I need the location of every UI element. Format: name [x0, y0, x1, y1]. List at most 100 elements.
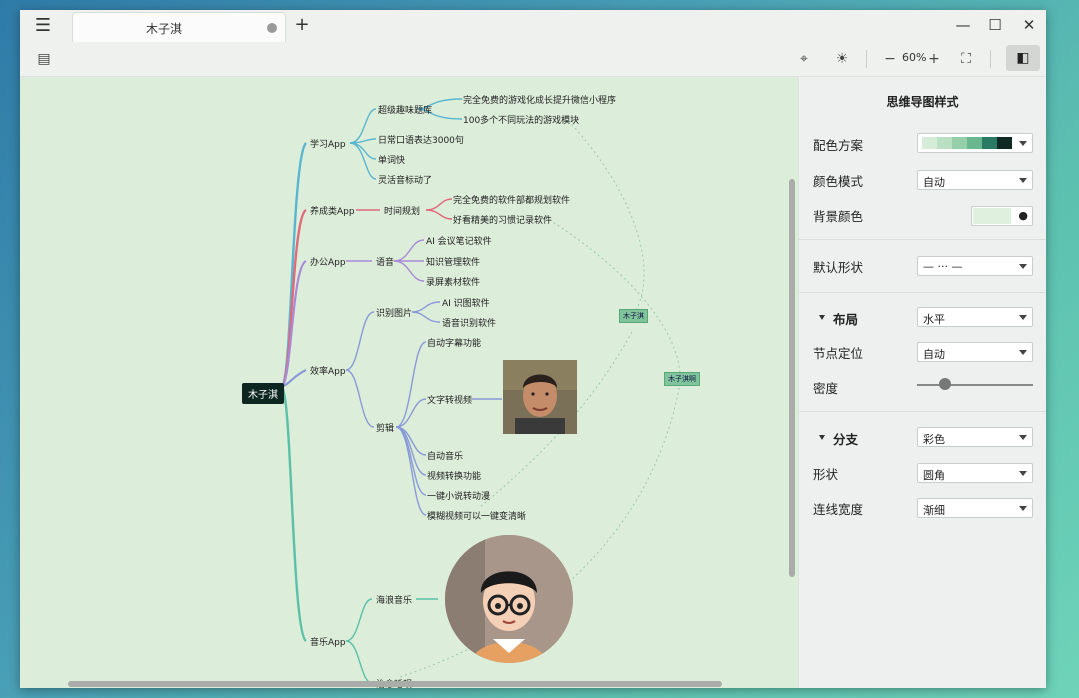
node-office-1b[interactable]: 知识管理软件 [426, 255, 480, 268]
node-effect-2d[interactable]: 视频转换功能 [427, 469, 481, 482]
density-label: 密度 [813, 381, 839, 396]
branch-office[interactable]: 办公App [310, 255, 346, 268]
toolbar: ▤ ⌖ ☀ − 60% + ⛶ ◧ [20, 42, 1046, 77]
form-select[interactable]: 圆角 [917, 463, 1033, 483]
chevron-down-icon [1019, 506, 1027, 511]
node-habit-1[interactable]: 时间规划 [384, 204, 420, 217]
zoom-out-icon[interactable]: − [880, 49, 900, 69]
root-node[interactable]: 木子淇 [242, 383, 284, 404]
node-study-1a[interactable]: 完全免费的游戏化成长提升微信小程序 [463, 93, 616, 106]
node-effect-2c[interactable]: 自动音乐 [427, 449, 463, 462]
app-window: ☰ 木子淇 + — ☐ ✕ ▤ ⌖ ☀ − 60% + ⛶ ◧ 木子淇 学习Ap… [20, 10, 1046, 688]
mindmap-canvas[interactable]: 木子淇 学习App 超级趣味题库 完全免费的游戏化成长提升微信小程序 100多个… [20, 77, 798, 688]
color-mode-label: 颜色模式 [813, 174, 864, 189]
shape-label: 默认形状 [813, 260, 864, 275]
layout-value: 水平 [923, 313, 945, 326]
collapse-icon[interactable] [819, 435, 825, 440]
bg-color-picker[interactable]: ● [971, 206, 1033, 226]
branch-study[interactable]: 学习App [310, 137, 346, 150]
node-effect-2a[interactable]: 自动字幕功能 [427, 336, 481, 349]
node-effect-2e[interactable]: 一键小说转动漫 [427, 489, 490, 502]
node-effect-1[interactable]: 识别图片 [376, 306, 412, 319]
palette-icon: ● [1018, 209, 1028, 222]
branch-effect[interactable]: 效率App [310, 364, 346, 377]
node-office-1a[interactable]: AI 会议笔记软件 [426, 234, 492, 247]
scheme-swatch [937, 137, 952, 149]
vertical-scrollbar[interactable] [789, 179, 795, 577]
node-study-4[interactable]: 灵活音标动了 [378, 173, 432, 186]
node-habit-1b[interactable]: 好看精美的习惯记录软件 [453, 213, 552, 226]
fullscreen-icon[interactable]: ⛶ [956, 49, 976, 69]
node-office-1c[interactable]: 录屏素材软件 [426, 275, 480, 288]
node-study-3[interactable]: 单词快 [378, 153, 405, 166]
node-effect-2b[interactable]: 文字转视频 [427, 393, 472, 406]
collapse-icon[interactable] [819, 315, 825, 320]
relation-tag[interactable]: 木子淇 [619, 309, 648, 323]
node-pos-value: 自动 [923, 348, 945, 361]
color-mode-select[interactable]: 自动 [917, 170, 1033, 190]
unsaved-dot-icon[interactable] [267, 23, 277, 33]
node-music-1[interactable]: 海浪音乐 [376, 593, 412, 606]
node-study-2[interactable]: 日常口语表达3000句 [378, 133, 464, 146]
density-slider-track[interactable] [917, 384, 1033, 386]
form-value: 圆角 [923, 469, 945, 482]
chevron-down-icon [1019, 264, 1027, 269]
chevron-down-icon [1019, 435, 1027, 440]
cartoon-avatar[interactable] [445, 535, 573, 663]
scheme-swatch [952, 137, 967, 149]
focus-icon[interactable]: ⌖ [794, 49, 814, 69]
node-habit-1a[interactable]: 完全免费的软件部都规划软件 [453, 193, 570, 206]
scheme-select[interactable] [917, 133, 1033, 153]
bg-color-label: 背景颜色 [813, 209, 864, 224]
node-effect-1b[interactable]: 语音识别软件 [442, 316, 496, 329]
maximize-button[interactable]: ☐ [980, 14, 1010, 36]
brightness-icon[interactable]: ☀ [832, 49, 852, 69]
node-effect-2f[interactable]: 模糊视频可以一键变清晰 [427, 509, 526, 522]
menu-icon[interactable]: ☰ [32, 16, 54, 36]
branch-select[interactable]: 彩色 [917, 427, 1033, 447]
chevron-down-icon [1019, 350, 1027, 355]
minimize-button[interactable]: — [948, 14, 978, 36]
chevron-down-icon [1019, 141, 1027, 146]
color-mode-value: 自动 [923, 176, 945, 189]
panel-divider [799, 292, 1046, 293]
node-study-1[interactable]: 超级趣味题库 [378, 103, 432, 116]
panel-title: 思维导图样式 [886, 95, 959, 109]
branch-value: 彩色 [923, 433, 945, 446]
branch-label: 分支 [833, 432, 859, 447]
shape-value: — ··· — [923, 260, 963, 273]
panel-divider [799, 411, 1046, 412]
layout-select[interactable]: 水平 [917, 307, 1033, 327]
node-effect-1a[interactable]: AI 识图软件 [442, 296, 490, 309]
chevron-down-icon [1019, 471, 1027, 476]
style-panel-toggle-icon[interactable]: ◧ [1006, 45, 1040, 71]
close-button[interactable]: ✕ [1014, 14, 1044, 36]
shape-select[interactable]: — ··· — [917, 256, 1033, 276]
scheme-swatch [982, 137, 997, 149]
toolbar-divider [990, 50, 991, 68]
node-study-1b[interactable]: 100多个不同玩法的游戏模块 [463, 113, 579, 126]
scheme-label: 配色方案 [813, 138, 864, 153]
branch-habit[interactable]: 养成类App [310, 204, 355, 217]
style-panel: 思维导图样式 配色方案 颜色模式 自动 背景颜色 ● 默认形状 — ··· — … [798, 77, 1046, 688]
node-office-1[interactable]: 语音 [376, 255, 394, 268]
scheme-swatch [997, 137, 1012, 149]
bg-color-swatch [973, 208, 1011, 224]
document-tab[interactable]: 木子淇 [72, 12, 286, 42]
line-width-label: 连线宽度 [813, 502, 864, 517]
scheme-swatch [967, 137, 982, 149]
horizontal-scrollbar[interactable] [68, 681, 722, 687]
line-width-value: 渐细 [923, 504, 945, 517]
add-tab-button[interactable]: + [292, 14, 312, 36]
zoom-in-icon[interactable]: + [924, 49, 944, 69]
density-slider-handle[interactable] [939, 378, 951, 390]
relation-tag[interactable]: 木子淇啊 [664, 372, 700, 386]
node-pos-select[interactable]: 自动 [917, 342, 1033, 362]
person-photo[interactable] [503, 360, 577, 434]
branch-music[interactable]: 音乐App [310, 635, 346, 648]
node-effect-2[interactable]: 剪辑 [376, 421, 394, 434]
outline-icon[interactable]: ▤ [34, 49, 54, 69]
panel-divider [799, 239, 1046, 240]
scheme-swatch [922, 137, 937, 149]
line-width-select[interactable]: 渐细 [917, 498, 1033, 518]
